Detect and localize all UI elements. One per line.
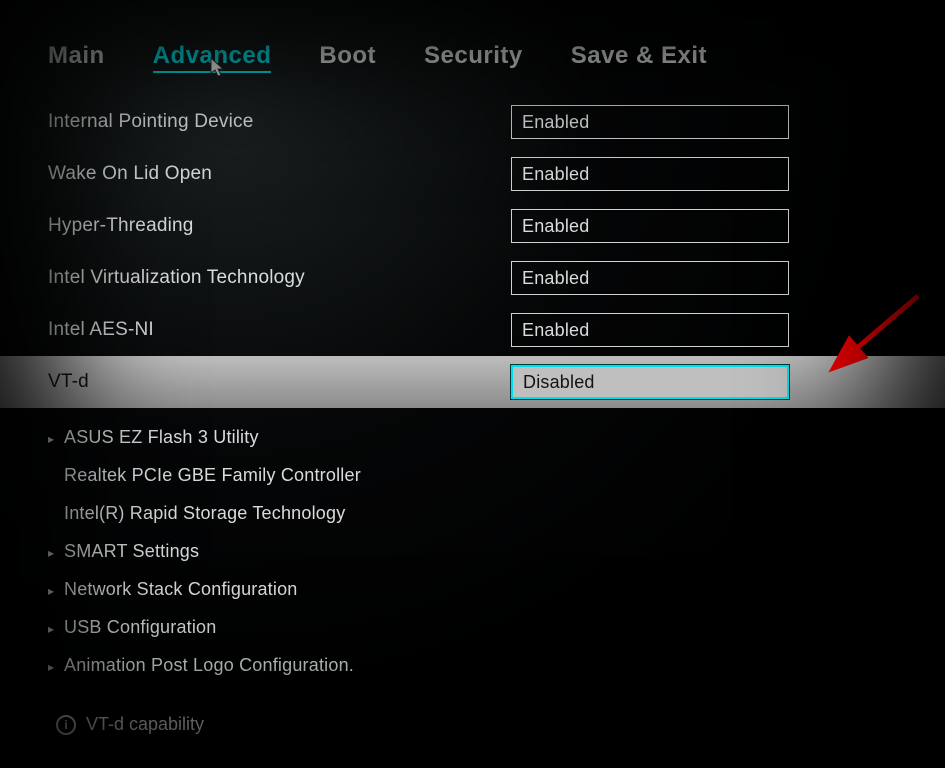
submenu-label: USB Configuration: [62, 617, 905, 638]
value-vt-d[interactable]: Disabled: [511, 365, 789, 399]
row-intel-virtualization[interactable]: Intel Virtualization Technology Enabled: [0, 252, 945, 304]
chevron-right-icon: [48, 655, 62, 676]
tab-security[interactable]: Security: [424, 42, 523, 70]
setting-label: Wake On Lid Open: [48, 163, 511, 185]
help-bar: i VT-d capability: [0, 684, 945, 735]
row-hyper-threading[interactable]: Hyper-Threading Enabled: [0, 200, 945, 252]
chevron-right-icon: [48, 427, 62, 448]
setting-label: VT-d: [48, 371, 511, 393]
chevron-right-icon: [48, 541, 62, 562]
row-internal-pointing-device[interactable]: Internal Pointing Device Enabled: [0, 96, 945, 148]
submenu-usb-configuration[interactable]: USB Configuration: [0, 608, 945, 646]
settings-list: Internal Pointing Device Enabled Wake On…: [0, 82, 945, 735]
value-wake-on-lid-open[interactable]: Enabled: [511, 157, 789, 191]
value-intel-virtualization[interactable]: Enabled: [511, 261, 789, 295]
tab-advanced[interactable]: Advanced: [153, 42, 272, 70]
tab-main[interactable]: Main: [48, 42, 105, 70]
value-hyper-threading[interactable]: Enabled: [511, 209, 789, 243]
help-text: VT-d capability: [86, 714, 204, 735]
submenu-label: SMART Settings: [62, 541, 905, 562]
submenu-ez-flash[interactable]: ASUS EZ Flash 3 Utility: [0, 418, 945, 456]
info-icon: i: [56, 715, 76, 735]
submenu-label: Network Stack Configuration: [62, 579, 905, 600]
submenu-network-stack[interactable]: Network Stack Configuration: [0, 570, 945, 608]
submenu-label: Intel(R) Rapid Storage Technology: [62, 503, 905, 524]
submenu-smart-settings[interactable]: SMART Settings: [0, 532, 945, 570]
value-internal-pointing-device[interactable]: Enabled: [511, 105, 789, 139]
submenu-animation-post-logo[interactable]: Animation Post Logo Configuration.: [0, 646, 945, 684]
tab-boot[interactable]: Boot: [319, 42, 376, 70]
row-vt-d[interactable]: VT-d Disabled: [0, 356, 945, 408]
submenu-label: Realtek PCIe GBE Family Controller: [62, 465, 905, 486]
setting-label: Hyper-Threading: [48, 215, 511, 237]
row-wake-on-lid-open[interactable]: Wake On Lid Open Enabled: [0, 148, 945, 200]
submenu-label: Animation Post Logo Configuration.: [62, 655, 905, 676]
submenu-intel-rst[interactable]: Intel(R) Rapid Storage Technology: [0, 494, 945, 532]
setting-label: Intel AES-NI: [48, 319, 511, 341]
submenu-realtek-gbe[interactable]: Realtek PCIe GBE Family Controller: [0, 456, 945, 494]
chevron-right-icon: [48, 617, 62, 638]
setting-label: Internal Pointing Device: [48, 111, 511, 133]
tab-bar: Main Advanced Boot Security Save & Exit: [0, 0, 945, 82]
value-intel-aes-ni[interactable]: Enabled: [511, 313, 789, 347]
tab-save-exit[interactable]: Save & Exit: [571, 42, 707, 70]
row-intel-aes-ni[interactable]: Intel AES-NI Enabled: [0, 304, 945, 356]
setting-label: Intel Virtualization Technology: [48, 267, 511, 289]
chevron-right-icon: [48, 579, 62, 600]
submenu-label: ASUS EZ Flash 3 Utility: [62, 427, 905, 448]
